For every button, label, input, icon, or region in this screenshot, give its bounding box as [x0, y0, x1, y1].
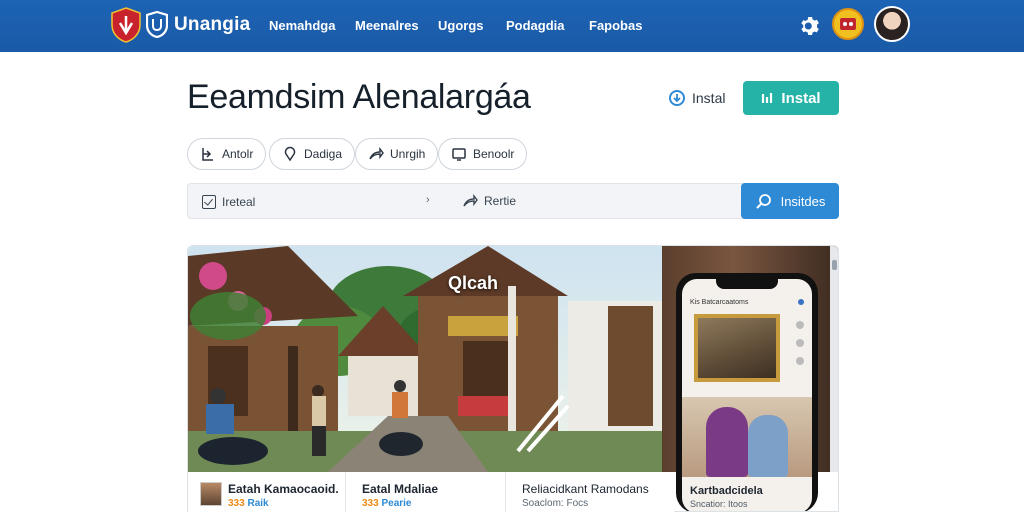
gear-icon[interactable]	[798, 14, 822, 38]
install-link-label: Instal	[692, 90, 726, 106]
nav-item-1[interactable]: Nemahdga	[269, 18, 335, 33]
card-meta: 333 Pearie	[362, 498, 412, 509]
install-link[interactable]: Instal	[668, 89, 725, 107]
filter-pill-4[interactable]: Benoolr	[438, 138, 528, 170]
achievement-badge-icon[interactable]	[832, 8, 864, 40]
listing-card[interactable]: Reliacidkant Ramodans Soaclom: Focs	[506, 472, 674, 512]
route-label: Rertie	[484, 194, 517, 208]
phone-caption: Kartbadcidela	[690, 485, 763, 497]
filter-pill-1[interactable]: Antolr	[187, 138, 267, 170]
nav-item-5[interactable]: Fapobas	[589, 18, 642, 33]
card-meta: Soaclom: Focs	[522, 498, 589, 509]
user-avatar[interactable]	[874, 6, 910, 42]
notification-dot-icon[interactable]	[798, 299, 804, 305]
phone-screen[interactable]: Kis Batcarcaatoms Kartbadcidela Sncatior…	[682, 279, 812, 511]
search-button-label: Insitdes	[780, 193, 826, 209]
phone-header-text: Kis Batcarcaatoms	[690, 298, 749, 306]
filter-pill-label: Antolr	[222, 147, 254, 161]
phone-subcaption: Sncatior: Itoos	[690, 499, 748, 509]
card-title: Eatal Mdaliae	[362, 482, 439, 496]
route-field[interactable]: Rertie	[462, 193, 516, 209]
location-pin-icon	[284, 146, 296, 162]
install-button-label: Instal	[781, 89, 821, 107]
card-meta: 333 Raik	[228, 498, 269, 509]
like-icon[interactable]	[796, 321, 804, 329]
shield-logo-icon[interactable]	[110, 7, 142, 43]
search-icon	[755, 194, 771, 209]
share-arrow-icon	[463, 193, 478, 207]
filter-pill-2[interactable]: Dadiga	[269, 138, 356, 170]
install-button[interactable]: Instal	[743, 81, 839, 115]
brand-name[interactable]: Unangia	[174, 14, 250, 36]
listing-card[interactable]: Eatal Mdaliae 333 Pearie	[346, 472, 506, 512]
chevron-down-icon[interactable]: ›	[426, 194, 430, 206]
card-link[interactable]: Raik	[247, 498, 268, 509]
download-icon	[762, 93, 773, 103]
scrollbar[interactable]	[830, 246, 838, 472]
hero-photo[interactable]	[188, 246, 662, 472]
phone-notch	[716, 279, 778, 289]
rating: 333	[362, 498, 379, 509]
phone-app-header: Kis Batcarcaatoms	[690, 295, 804, 309]
card-title: Reliacidkant Ramodans	[522, 482, 649, 496]
share-arrow-icon	[369, 146, 384, 160]
brand-mark-icon	[146, 11, 168, 38]
share-icon[interactable]	[796, 357, 804, 365]
phone-photo[interactable]	[682, 397, 812, 477]
nav-item-2[interactable]: Meenalres	[355, 18, 419, 33]
filter-pill-label: Unrgih	[390, 147, 426, 161]
search-bar[interactable]: Ireteal › Rertie	[187, 183, 747, 219]
checkbox-icon[interactable]	[202, 195, 216, 209]
phone-mockup: Kis Batcarcaatoms Kartbadcidela Sncatior…	[676, 273, 818, 511]
nav-item-4[interactable]: Podagdia	[506, 18, 565, 33]
cloud-download-icon	[669, 90, 685, 106]
monitor-icon	[452, 148, 466, 161]
rating: 333	[228, 498, 245, 509]
card-thumbnail	[200, 482, 222, 506]
filter-pill-3[interactable]: Unrgih	[355, 138, 439, 170]
phone-side-actions	[796, 321, 804, 365]
page-title: Eeamdsim Alenalargáa	[187, 78, 531, 116]
top-navbar: Unangia Nemahdga Meenalres Ugorgs Podagd…	[0, 0, 1024, 52]
filter-pill-label: Benoolr	[473, 147, 515, 161]
comment-icon[interactable]	[796, 339, 804, 347]
filter-pill-label: Dadiga	[304, 147, 343, 161]
sort-icon	[202, 148, 213, 161]
hero-overlay-title: Qlcah	[448, 273, 499, 293]
listing-card[interactable]: Eatah Kamaocaoid. 333 Raik	[188, 472, 346, 512]
nav-item-3[interactable]: Ugorgs	[438, 18, 484, 33]
framed-painting[interactable]	[694, 314, 780, 382]
search-button[interactable]: Insitdes	[741, 183, 839, 219]
card-title: Eatah Kamaocaoid.	[228, 482, 339, 496]
search-field-value[interactable]: Ireteal	[222, 195, 255, 209]
card-link[interactable]: Pearie	[381, 498, 411, 509]
